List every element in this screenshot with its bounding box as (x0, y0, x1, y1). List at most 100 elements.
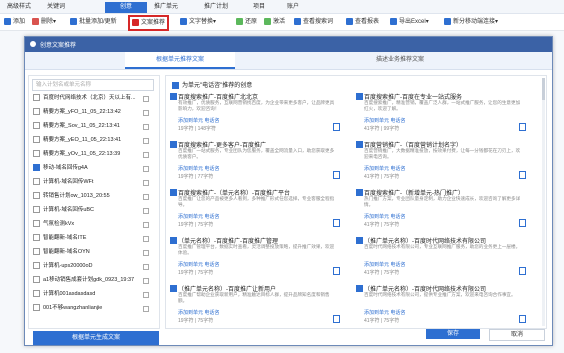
tree-item-checkbox[interactable] (33, 276, 40, 284)
tree-item-select[interactable] (143, 166, 149, 172)
add-button[interactable]: 添加 (4, 17, 25, 27)
tree-item-select[interactable] (143, 138, 149, 144)
batch-add-button[interactable]: 批量添加/更新 (70, 17, 117, 27)
card-checkbox[interactable] (356, 93, 363, 100)
cancel-button[interactable]: 取消 (489, 329, 545, 341)
tree-item-checkbox[interactable] (33, 262, 40, 270)
delete-button[interactable]: 删除▾ (32, 17, 56, 27)
select-all[interactable]: 为单元"电话咨"推荐的创意 (172, 80, 252, 89)
scrollbar[interactable] (542, 78, 545, 326)
text-replace-button[interactable]: 文字替换▾ (180, 17, 216, 27)
tree-item-checkbox[interactable] (33, 136, 40, 144)
tree-item-checkbox[interactable] (33, 94, 40, 102)
document-icon[interactable] (333, 315, 340, 323)
document-icon[interactable] (333, 123, 340, 131)
tree-item-select[interactable] (143, 250, 149, 256)
card-links[interactable]: 添加到单元 电话咨 (364, 117, 405, 124)
document-icon[interactable] (333, 267, 340, 275)
card-links[interactable]: 添加到单元 电话咨 (178, 117, 219, 124)
card-links[interactable]: 添加到单元 电话咨 (178, 165, 219, 172)
save-button[interactable]: 保存 (426, 329, 480, 339)
tree-item-select[interactable] (143, 236, 149, 242)
tree-item[interactable]: 计算机-域名回传WFt (33, 178, 151, 187)
tree-item[interactable]: 精要方案_yOv_11_05_22:13:39 (33, 150, 151, 159)
tree-item[interactable]: 气氛检测kVx (33, 220, 151, 229)
tree-item-select[interactable] (143, 152, 149, 158)
tab-account[interactable]: 账户 (278, 2, 308, 13)
card-links[interactable]: 添加到单元 电话咨 (364, 165, 405, 172)
tab-campaign[interactable]: 推广计划 (196, 2, 236, 13)
tree-item-select[interactable] (143, 180, 149, 186)
report-button[interactable]: 查看报表 (346, 17, 379, 27)
card-checkbox[interactable] (356, 189, 363, 196)
card-checkbox[interactable] (356, 285, 363, 292)
tab-ad-group[interactable]: 推广单元 (146, 2, 186, 13)
tab-by-business[interactable]: 描述业务推荐文案 (345, 52, 455, 69)
tree-item-select[interactable] (143, 278, 149, 284)
tab-project[interactable]: 项目 (242, 2, 276, 13)
tree-item-select[interactable] (143, 222, 149, 228)
tree-item[interactable]: 精要方案_yEO_11_05_22:13:41 (33, 136, 151, 145)
tab-keywords[interactable]: 关键词 (40, 2, 72, 13)
tree-item[interactable]: 智能翻新-域名ITE (33, 234, 151, 243)
card-checkbox[interactable] (356, 237, 363, 244)
search-terms-button[interactable]: 查看搜索词 (294, 17, 333, 27)
tab-creative[interactable]: 创意 (105, 2, 147, 13)
tree-item-checkbox[interactable] (33, 220, 40, 228)
document-icon[interactable] (333, 171, 340, 179)
document-icon[interactable] (519, 267, 526, 275)
card-links[interactable]: 添加到单元 电话咨 (364, 309, 405, 316)
tree-item[interactable]: 精要方案_Sov_11_05_22:13:41 (33, 122, 151, 131)
tree-item[interactable]: a1移动销售成套计划gdk_0923_19:37 (33, 276, 151, 285)
activate-button[interactable]: 激活 (264, 17, 285, 27)
document-icon[interactable] (519, 315, 526, 323)
tree-item-checkbox[interactable] (33, 108, 40, 116)
tree-item[interactable]: 001不够wangzhanlianjie (33, 304, 151, 313)
card-checkbox[interactable] (170, 189, 177, 196)
card-checkbox[interactable] (170, 141, 177, 148)
card-links[interactable]: 添加到单元 电话咨 (178, 213, 219, 220)
tree-item[interactable]: 计算机-域名回传uBC (33, 206, 151, 215)
document-icon[interactable] (333, 219, 340, 227)
search-input[interactable]: 输入计划名或单元名称 (32, 79, 154, 91)
card-checkbox[interactable] (170, 285, 177, 292)
select-all-checkbox[interactable] (172, 81, 179, 89)
tree-item-checkbox[interactable] (33, 234, 40, 242)
tree-item-select[interactable] (143, 292, 149, 298)
scrollbar-thumb[interactable] (542, 78, 545, 100)
tree-item[interactable]: 计算机-ups20000oD (33, 262, 151, 271)
generate-copy-button[interactable]: 根据单元生成文案 (33, 331, 159, 345)
card-checkbox[interactable] (170, 93, 177, 100)
tree-item-checkbox[interactable] (33, 164, 40, 172)
copy-recommend-button[interactable]: 文案推荐 (128, 15, 170, 31)
tree-item-checkbox[interactable] (33, 192, 40, 200)
export-excel-button[interactable]: 导出Excel▾ (390, 17, 429, 27)
tab-by-unit[interactable]: 根据单元推荐文案 (125, 52, 235, 69)
tree-item-checkbox[interactable] (33, 248, 40, 256)
tree-item-select[interactable] (143, 110, 149, 116)
tree-item-select[interactable] (143, 306, 149, 312)
tree-item-checkbox[interactable] (33, 178, 40, 186)
card-checkbox[interactable] (170, 237, 177, 244)
tree-item-select[interactable] (143, 194, 149, 200)
tree-item[interactable]: 智能翻新-域名OYN (33, 248, 151, 257)
card-links[interactable]: 添加到单元 电话咨 (364, 213, 405, 220)
card-links[interactable]: 添加到单元 电话咨 (178, 309, 219, 316)
tree-item-select[interactable] (143, 264, 149, 270)
tree-item[interactable]: 精要方案_yFO_11_05_22:13:42 (33, 108, 151, 117)
tree-item-checkbox[interactable] (33, 150, 40, 158)
document-icon[interactable] (519, 123, 526, 131)
tree-item[interactable]: 百度时代网络技术（北京）天以上有... (33, 94, 151, 103)
restore-button[interactable]: 还原 (236, 17, 257, 27)
tree-item-checkbox[interactable] (33, 304, 40, 312)
document-icon[interactable] (519, 171, 526, 179)
tree-item-checkbox[interactable] (33, 122, 40, 130)
card-links[interactable]: 添加到单元 电话咨 (364, 261, 405, 268)
card-checkbox[interactable] (356, 141, 363, 148)
mobile-link-button[interactable]: 新分移动端连接▾ (444, 17, 498, 27)
tree-item-select[interactable] (143, 124, 149, 130)
tree-item[interactable]: 转销售计划ow_1013_20:55 (33, 192, 151, 201)
tree-item-select[interactable] (143, 96, 149, 102)
tree-item-checkbox[interactable] (33, 290, 40, 298)
tree-item-select[interactable] (143, 208, 149, 214)
